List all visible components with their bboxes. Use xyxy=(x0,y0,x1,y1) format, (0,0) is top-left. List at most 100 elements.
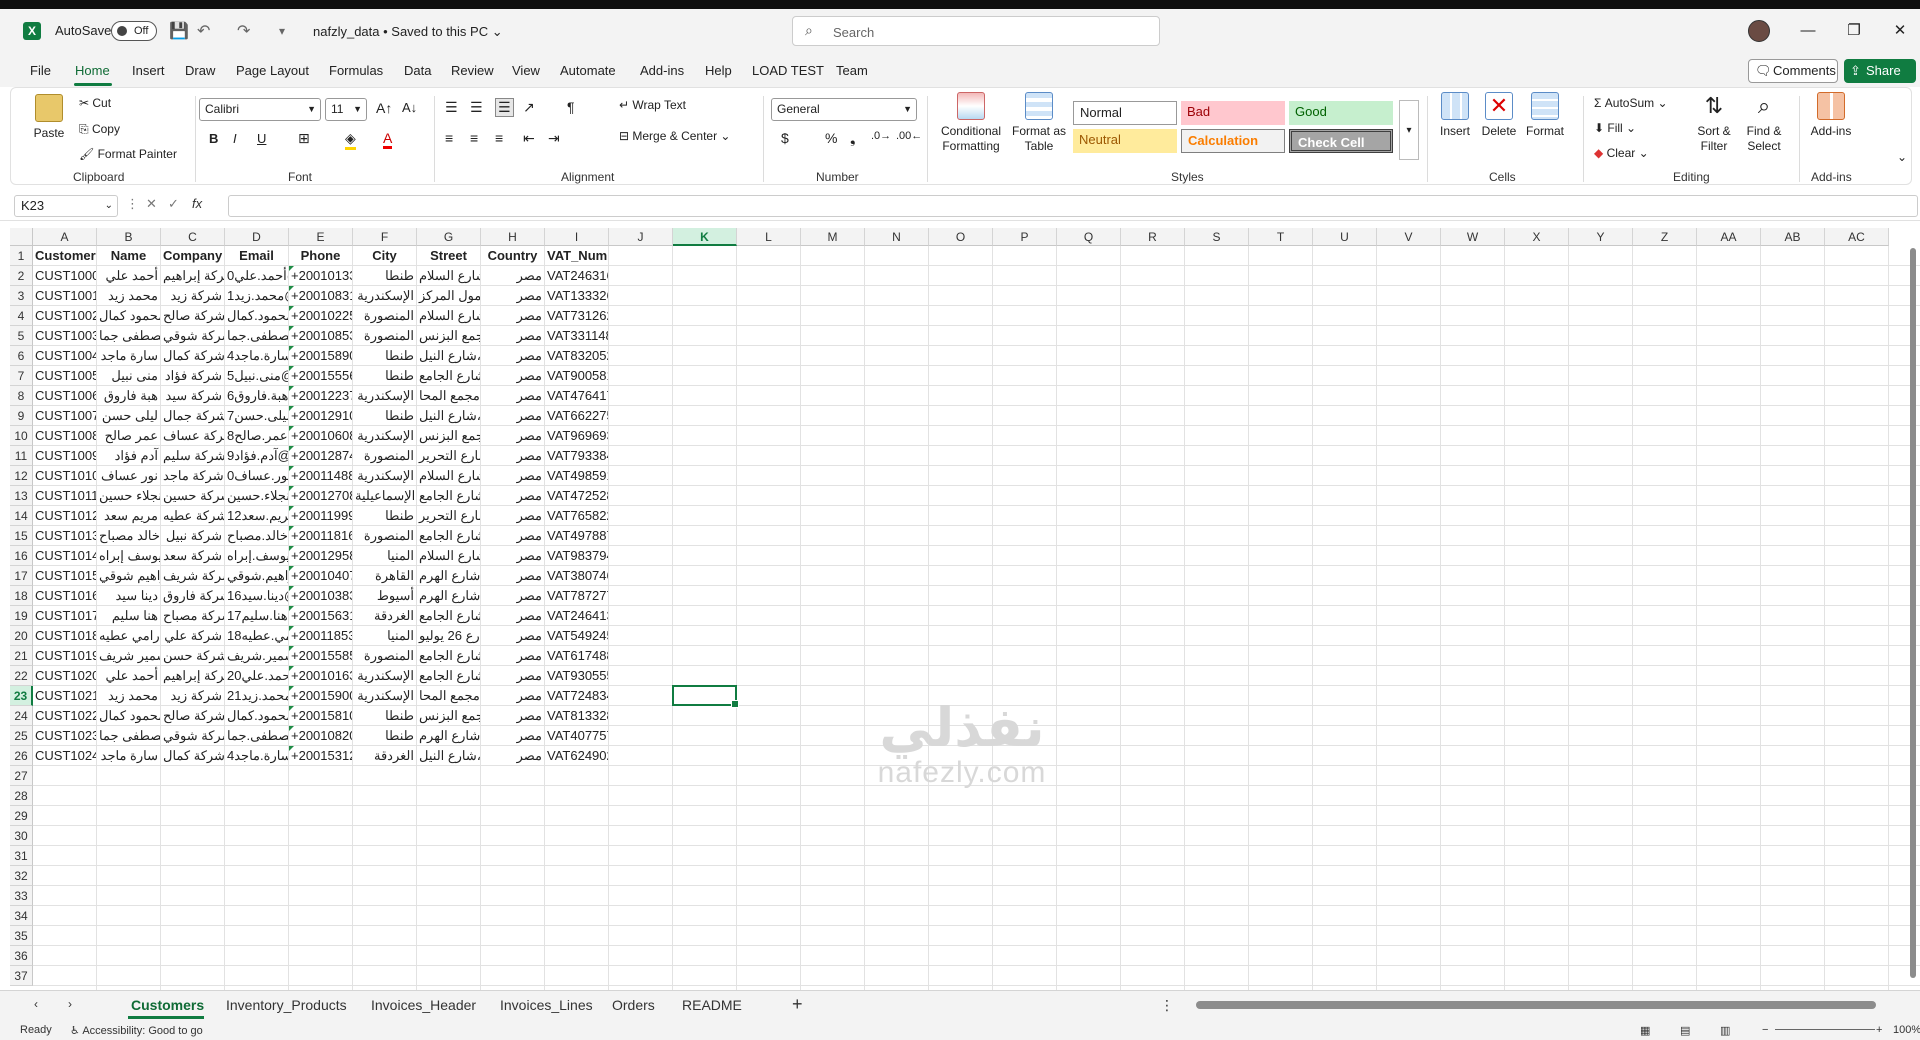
restore-icon[interactable]: ❐ xyxy=(1834,19,1874,43)
table-cell[interactable]: شركة شوقي xyxy=(161,726,224,746)
row-header-19[interactable]: 19 xyxy=(10,606,33,626)
add-sheet-icon[interactable]: + xyxy=(792,994,803,1015)
style-neutral[interactable]: Neutral xyxy=(1073,129,1177,153)
table-cell[interactable]: الإسكندرية xyxy=(353,686,416,706)
table-cell[interactable]: محمد زيد xyxy=(97,686,160,706)
table-cell[interactable]: مصر xyxy=(481,426,544,446)
table-cell[interactable]: الإسكندرية xyxy=(353,666,416,686)
table-cell[interactable]: شركة مصباح xyxy=(161,606,224,626)
row-header-5[interactable]: 5 xyxy=(10,326,33,346)
table-cell[interactable]: CUST1001 xyxy=(33,286,96,306)
row-header-3[interactable]: 3 xyxy=(10,286,33,306)
horizontal-scrollbar[interactable] xyxy=(1188,998,1878,1012)
table-cell[interactable]: شركة علي xyxy=(161,626,224,646)
table-cell[interactable]: شارع السلام xyxy=(417,266,480,286)
table-cell[interactable]: CUST1005 xyxy=(33,366,96,386)
table-cell[interactable]: القاهرة xyxy=(353,566,416,586)
table-cell[interactable]: شارع التحرير xyxy=(417,506,480,526)
column-header-g[interactable]: G xyxy=(417,228,481,246)
header-cell[interactable]: Street xyxy=(417,246,480,266)
table-cell[interactable]: CUST1014 xyxy=(33,546,96,566)
name-box[interactable]: K23 ⌄ xyxy=(14,195,118,217)
autosave-toggle[interactable]: Off xyxy=(111,21,157,41)
sheet-tab-invoices-lines[interactable]: Invoices_Lines xyxy=(500,997,593,1013)
table-cell[interactable]: طنطا xyxy=(353,266,416,286)
table-cell[interactable]: CUST1009 xyxy=(33,446,96,466)
row-header-10[interactable]: 10 xyxy=(10,426,33,446)
decrease-indent-icon[interactable]: ⇤ xyxy=(523,130,535,147)
table-cell[interactable]: VAT731262 xyxy=(545,306,608,326)
table-cell[interactable]: VAT617488 xyxy=(545,646,608,666)
tab-review[interactable]: Review xyxy=(451,63,494,78)
table-cell[interactable]: VAT793384 xyxy=(545,446,608,466)
table-cell[interactable]: مصر xyxy=(481,666,544,686)
merge-center-button[interactable]: ⊟ Merge & Center ⌄ xyxy=(619,129,730,143)
table-cell[interactable]: مصر xyxy=(481,466,544,486)
comments-button[interactable]: 🗨 Comments xyxy=(1748,59,1838,83)
table-cell[interactable]: +20010383 xyxy=(289,586,352,606)
column-header-d[interactable]: D xyxy=(225,228,289,246)
column-header-l[interactable]: L xyxy=(737,228,801,246)
table-cell[interactable]: شركة إبراهيم xyxy=(161,666,224,686)
table-cell[interactable]: CUST1016 xyxy=(33,586,96,606)
table-cell[interactable]: أحمد علي xyxy=(97,266,160,286)
table-cell[interactable]: شركة زيد xyxy=(161,686,224,706)
table-cell[interactable]: مصر xyxy=(481,266,544,286)
table-cell[interactable]: المنيا xyxy=(353,626,416,646)
table-cell[interactable]: +20010407 xyxy=(289,566,352,586)
table-cell[interactable]: مصر xyxy=(481,446,544,466)
table-cell[interactable]: مريم سعد xyxy=(97,506,160,526)
font-size-select[interactable]: 11 ▼ xyxy=(325,98,367,121)
save-icon[interactable]: 💾 xyxy=(169,21,189,41)
table-cell[interactable]: شارع النيل، xyxy=(417,746,480,766)
column-header-c[interactable]: C xyxy=(161,228,225,246)
add-ins-button[interactable]: Add-ins xyxy=(1807,92,1855,139)
table-cell[interactable]: CUST1018 xyxy=(33,626,96,646)
column-header-n[interactable]: N xyxy=(865,228,929,246)
table-cell[interactable]: CUST1000 xyxy=(33,266,96,286)
table-cell[interactable]: VAT549245 xyxy=(545,626,608,646)
insert-cells-button[interactable]: Insert xyxy=(1435,92,1475,139)
table-cell[interactable]: CUST1013 xyxy=(33,526,96,546)
row-header-34[interactable]: 34 xyxy=(10,906,33,926)
style-bad[interactable]: Bad xyxy=(1181,101,1285,125)
table-cell[interactable]: CUST1022 xyxy=(33,706,96,726)
table-cell[interactable]: مصر xyxy=(481,626,544,646)
table-cell[interactable]: نور.عساف0 xyxy=(225,466,288,486)
more-icon[interactable]: ⋮ xyxy=(126,196,139,212)
table-cell[interactable]: +20011853 xyxy=(289,626,352,646)
vertical-scrollbar[interactable] xyxy=(1908,248,1918,988)
table-cell[interactable]: عمر.صالح8 xyxy=(225,426,288,446)
wrap-text-button[interactable]: ↵ Wrap Text xyxy=(619,98,686,112)
percent-icon[interactable]: % xyxy=(825,130,837,146)
table-cell[interactable]: VAT662275 xyxy=(545,406,608,426)
table-cell[interactable]: مصر xyxy=(481,366,544,386)
table-cell[interactable]: مصر xyxy=(481,286,544,306)
table-cell[interactable]: مصر xyxy=(481,566,544,586)
table-cell[interactable]: خالد مصباح xyxy=(97,526,160,546)
font-name-select[interactable]: Calibri ▼ xyxy=(199,98,321,121)
table-cell[interactable]: +20010163 xyxy=(289,666,352,686)
table-cell[interactable]: شارع الجامع xyxy=(417,526,480,546)
table-cell[interactable]: محمود كمال xyxy=(97,706,160,726)
row-header-36[interactable]: 36 xyxy=(10,946,33,966)
table-cell[interactable]: محمد زيد xyxy=(97,286,160,306)
zoom-slider[interactable] xyxy=(1775,1029,1875,1030)
table-cell[interactable]: طنطا xyxy=(353,366,416,386)
table-cell[interactable]: مصر xyxy=(481,606,544,626)
column-header-x[interactable]: X xyxy=(1505,228,1569,246)
table-cell[interactable]: مصطفى جما xyxy=(97,326,160,346)
table-cell[interactable]: شركة جمال xyxy=(161,406,224,426)
table-cell[interactable]: CUST1015 xyxy=(33,566,96,586)
table-cell[interactable]: VAT765822 xyxy=(545,506,608,526)
table-cell[interactable]: +20015890 xyxy=(289,346,352,366)
table-cell[interactable]: مصر xyxy=(481,686,544,706)
table-cell[interactable]: إبراهيم.شوقي xyxy=(225,566,288,586)
row-header-31[interactable]: 31 xyxy=(10,846,33,866)
undo-icon[interactable]: ↶ xyxy=(197,21,210,41)
header-cell[interactable]: Email xyxy=(225,246,288,266)
column-header-r[interactable]: R xyxy=(1121,228,1185,246)
table-cell[interactable]: طنطا xyxy=(353,506,416,526)
table-cell[interactable]: شارع 26 يوليو xyxy=(417,626,480,646)
table-cell[interactable]: شركة إبراهيم xyxy=(161,266,224,286)
